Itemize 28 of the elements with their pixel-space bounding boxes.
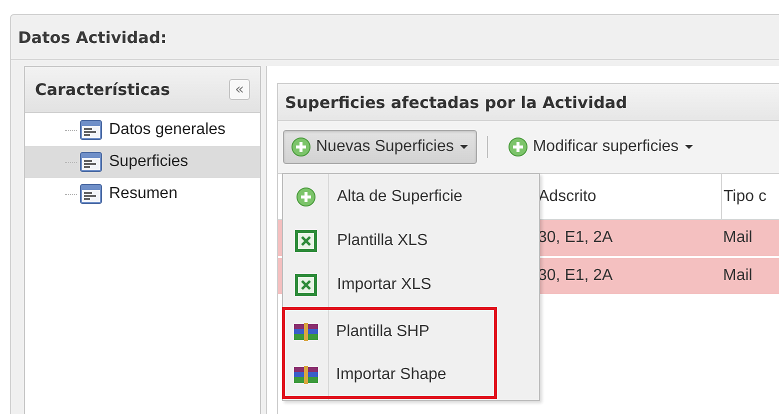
plus-icon: [291, 137, 311, 157]
form-icon: [80, 184, 102, 204]
sidebar-title: Características: [35, 80, 170, 99]
plus-icon: [296, 187, 316, 207]
archive-icon: [294, 322, 318, 340]
spreadsheet-icon: [294, 274, 316, 296]
plus-icon: [508, 137, 528, 157]
caret-icon: [684, 145, 693, 149]
spreadsheet-icon: [294, 230, 316, 252]
menu-item[interactable]: Plantilla SHP: [285, 310, 494, 353]
menu-item[interactable]: Plantilla XLS: [283, 219, 539, 263]
table-cell: Mail: [721, 220, 779, 257]
tree-item[interactable]: Datos generales: [25, 114, 260, 146]
form-icon: [80, 120, 102, 140]
dropdown-button[interactable]: Modificar superficies: [500, 130, 702, 164]
menu-item[interactable]: Importar XLS: [283, 263, 539, 307]
menu-item[interactable]: Importar Shape: [285, 353, 494, 396]
dropdown-button[interactable]: Nuevas Superficies: [283, 130, 477, 164]
window-title: Datos Actividad:: [18, 28, 167, 46]
tree-item[interactable]: Resumen: [25, 178, 260, 210]
form-icon: [80, 152, 102, 172]
tree-item[interactable]: Superficies: [25, 146, 260, 178]
caret-icon: [460, 145, 468, 149]
table-cell: Mail: [721, 257, 779, 295]
menu-item[interactable]: Alta de Superficie: [283, 175, 539, 219]
collapse-button[interactable]: «: [229, 79, 250, 100]
archive-icon: [294, 366, 318, 384]
panel-title: Superficies afectadas por la Actividad: [285, 92, 628, 112]
